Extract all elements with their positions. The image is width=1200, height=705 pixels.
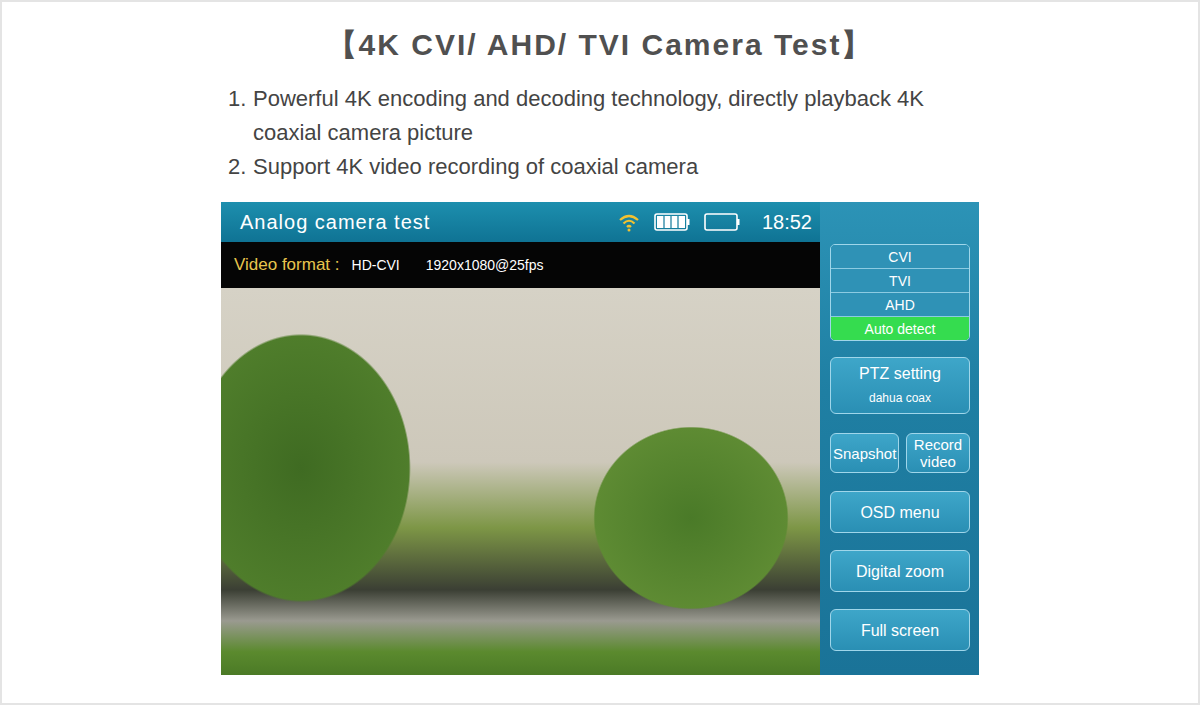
feature-item: 2.Support 4K video recording of coaxial … xyxy=(228,150,979,184)
ptz-protocol: dahua coax xyxy=(869,390,931,407)
format-option[interactable]: TVI xyxy=(831,268,969,292)
battery-icon xyxy=(704,213,740,231)
media-button[interactable]: Record video xyxy=(906,433,970,473)
feature-item: 1.Powerful 4K encoding and decoding tech… xyxy=(228,82,979,150)
video-frame xyxy=(221,288,820,675)
media-button-row: SnapshotRecord video xyxy=(830,433,970,473)
panel-button[interactable]: Full screen xyxy=(830,609,970,651)
video-format-bar: Video format : HD-CVI 1920x1080@25fps xyxy=(221,242,820,288)
product-page: 【4K CVI/ AHD/ TVI Camera Test】 1.Powerful… xyxy=(0,0,1200,705)
screen-title: Analog camera test xyxy=(240,211,618,234)
video-format-label: Video format : xyxy=(234,255,340,275)
battery-icon xyxy=(654,213,690,231)
video-resolution: 1920x1080@25fps xyxy=(426,257,544,273)
format-option[interactable]: AHD xyxy=(831,292,969,316)
format-option[interactable]: CVI xyxy=(831,245,969,268)
format-option[interactable]: Auto detect xyxy=(831,316,969,340)
page-title: 【4K CVI/ AHD/ TVI Camera Test】 xyxy=(327,26,874,64)
clock: 18:52 xyxy=(762,211,812,234)
header-bar: Analog camera test 18:52 xyxy=(221,202,820,242)
panel-button[interactable]: OSD menu xyxy=(830,491,970,533)
format-selector: CVITVIAHDAuto detect xyxy=(830,244,970,341)
media-button[interactable]: Snapshot xyxy=(830,433,899,473)
side-panel: CVITVIAHDAuto detect PTZ settingdahua coa… xyxy=(820,202,979,675)
main-area: Analog camera test 18:52 Video format : HD-… xyxy=(221,202,820,675)
ptz-button[interactable]: PTZ settingdahua coax xyxy=(830,357,970,414)
panel-button[interactable]: Digital zoom xyxy=(830,550,970,592)
status-icons: 18:52 xyxy=(618,211,812,234)
wifi-icon xyxy=(618,212,640,232)
feature-text: Support 4K video recording of coaxial ca… xyxy=(253,150,975,184)
device-screen: Analog camera test 18:52 Video format : HD-… xyxy=(221,202,979,675)
feature-list: 1.Powerful 4K encoding and decoding tech… xyxy=(221,82,979,184)
feature-number: 2. xyxy=(228,150,253,184)
feature-text: Powerful 4K encoding and decoding techno… xyxy=(253,82,975,150)
feature-number: 1. xyxy=(228,82,253,150)
video-format-value: HD-CVI xyxy=(352,257,400,273)
